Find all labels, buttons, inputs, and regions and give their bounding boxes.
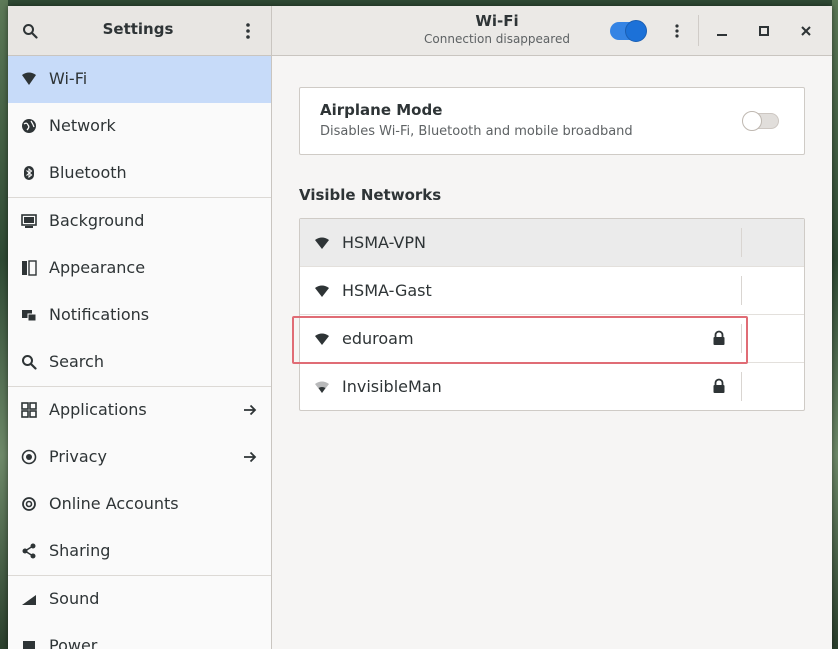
wifi-icon bbox=[21, 71, 37, 87]
wifi-signal-strong-icon bbox=[315, 285, 329, 297]
sidebar-item-online-accounts[interactable]: Online Accounts bbox=[8, 481, 271, 528]
sidebar-item-sound[interactable]: Sound bbox=[8, 576, 271, 623]
sidebar-title: Settings bbox=[102, 20, 174, 38]
sidebar-item-label: Bluetooth bbox=[49, 163, 127, 182]
wifi-menu-button[interactable] bbox=[667, 21, 687, 41]
airplane-mode-title: Airplane Mode bbox=[320, 101, 443, 119]
sidebar-item-search[interactable]: Search bbox=[8, 339, 271, 387]
header-bar: Settings Wi-Fi Connection disappeared bbox=[8, 6, 832, 56]
sidebar-item-label: Applications bbox=[49, 400, 147, 419]
network-name: InvisibleMan bbox=[342, 377, 442, 396]
sidebar-item-label: Privacy bbox=[49, 447, 107, 466]
sharing-icon bbox=[21, 543, 37, 559]
wifi-signal-strong-icon bbox=[315, 333, 329, 345]
search-icon bbox=[23, 24, 38, 39]
network-row-eduroam[interactable]: eduroam bbox=[300, 315, 804, 363]
lock-icon bbox=[713, 330, 725, 345]
wifi-signal-strong-icon bbox=[315, 237, 329, 249]
desktop-background-right bbox=[832, 0, 838, 649]
sidebar-item-label: Notifications bbox=[49, 305, 150, 324]
sidebar: Wi-Fi Network Bluetooth Background Appea… bbox=[8, 56, 272, 649]
row-separator bbox=[741, 372, 742, 401]
applications-icon bbox=[21, 402, 37, 418]
sidebar-item-notifications[interactable]: Notifications bbox=[8, 292, 271, 339]
sidebar-header: Settings bbox=[8, 6, 272, 55]
network-name: eduroam bbox=[342, 329, 414, 348]
sidebar-item-network[interactable]: Network bbox=[8, 103, 271, 150]
arrow-right-icon bbox=[244, 404, 257, 416]
toggle-knob bbox=[625, 20, 647, 42]
network-row-hsma-gast[interactable]: HSMA-Gast bbox=[300, 267, 804, 315]
network-row-hsma-vpn[interactable]: HSMA-VPN bbox=[300, 219, 804, 267]
sidebar-item-wifi[interactable]: Wi-Fi bbox=[8, 56, 271, 103]
row-separator bbox=[741, 324, 742, 353]
search-button[interactable] bbox=[20, 21, 40, 41]
maximize-button[interactable] bbox=[754, 21, 774, 41]
privacy-icon bbox=[21, 449, 37, 465]
sidebar-item-label: Sharing bbox=[49, 541, 111, 560]
row-separator bbox=[741, 276, 742, 305]
sidebar-item-label: Background bbox=[49, 211, 145, 230]
desktop-background-left bbox=[0, 0, 8, 649]
network-name: HSMA-VPN bbox=[342, 233, 426, 252]
notifications-icon bbox=[21, 307, 37, 323]
arrow-right-icon bbox=[244, 451, 257, 463]
network-row-invisibleman[interactable]: InvisibleMan bbox=[300, 363, 804, 410]
lock-icon bbox=[713, 378, 725, 393]
close-button[interactable] bbox=[796, 21, 816, 41]
content-header: Wi-Fi Connection disappeared bbox=[272, 6, 832, 55]
sound-icon bbox=[21, 591, 37, 607]
kebab-menu-icon bbox=[246, 23, 250, 39]
bluetooth-icon bbox=[21, 165, 37, 181]
connection-status: Connection disappeared bbox=[424, 32, 570, 46]
sidebar-item-label: Online Accounts bbox=[49, 494, 179, 513]
appearance-icon bbox=[21, 260, 37, 276]
sidebar-item-label: Power bbox=[49, 636, 98, 649]
power-icon bbox=[21, 638, 37, 649]
sidebar-item-appearance[interactable]: Appearance bbox=[8, 245, 271, 292]
close-icon bbox=[801, 26, 811, 36]
sidebar-item-label: Network bbox=[49, 116, 116, 135]
minimize-button[interactable] bbox=[712, 21, 732, 41]
settings-window: Settings Wi-Fi Connection disappeared Wi… bbox=[8, 6, 832, 649]
sidebar-item-label: Wi-Fi bbox=[49, 69, 88, 88]
wifi-toggle[interactable] bbox=[610, 20, 647, 42]
sidebar-item-privacy[interactable]: Privacy bbox=[8, 434, 271, 481]
sidebar-item-background[interactable]: Background bbox=[8, 198, 271, 245]
minimize-icon bbox=[717, 34, 727, 36]
page-title: Wi-Fi bbox=[475, 12, 519, 30]
airplane-mode-description: Disables Wi-Fi, Bluetooth and mobile bro… bbox=[320, 124, 633, 139]
sidebar-menu-button[interactable] bbox=[238, 21, 258, 41]
search-icon bbox=[21, 354, 37, 370]
wifi-signal-weak-icon bbox=[315, 381, 329, 393]
background-icon bbox=[21, 213, 37, 229]
wifi-panel: Airplane Mode Disables Wi-Fi, Bluetooth … bbox=[272, 56, 832, 649]
online-accounts-icon bbox=[21, 496, 37, 512]
network-icon bbox=[21, 118, 37, 134]
toggle-knob bbox=[742, 111, 762, 131]
visible-networks-heading: Visible Networks bbox=[299, 186, 442, 204]
sidebar-item-label: Appearance bbox=[49, 258, 146, 277]
airplane-mode-toggle[interactable] bbox=[742, 111, 779, 131]
sidebar-item-label: Sound bbox=[49, 589, 100, 608]
sidebar-item-bluetooth[interactable]: Bluetooth bbox=[8, 150, 271, 198]
row-separator bbox=[741, 228, 742, 257]
sidebar-item-label: Search bbox=[49, 352, 104, 371]
airplane-mode-row: Airplane Mode Disables Wi-Fi, Bluetooth … bbox=[299, 87, 805, 155]
header-separator bbox=[698, 15, 699, 46]
maximize-icon bbox=[759, 26, 769, 36]
sidebar-item-applications[interactable]: Applications bbox=[8, 387, 271, 434]
sidebar-item-sharing[interactable]: Sharing bbox=[8, 528, 271, 576]
kebab-menu-icon bbox=[675, 24, 679, 38]
network-name: HSMA-Gast bbox=[342, 281, 432, 300]
sidebar-item-power[interactable]: Power bbox=[8, 623, 271, 649]
network-list: HSMA-VPN HSMA-Gast eduroam InvisibleMan bbox=[299, 218, 805, 411]
